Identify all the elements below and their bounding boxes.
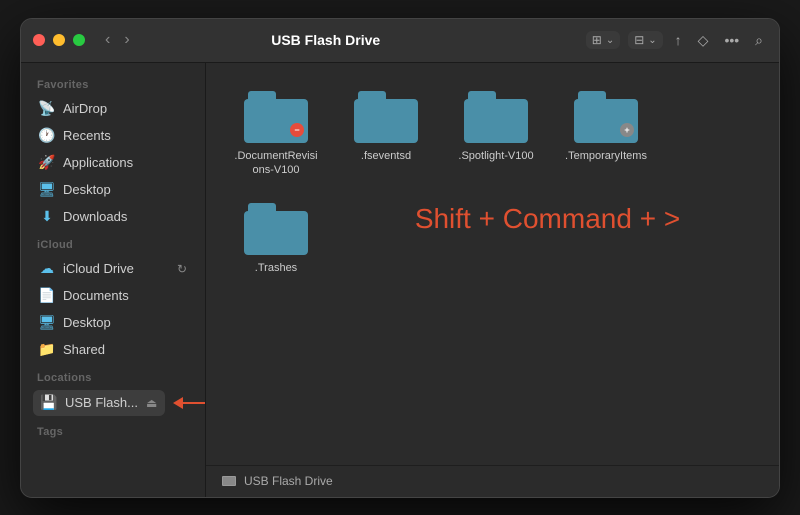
sidebar-item-recents-label: Recents [63, 128, 187, 143]
window-title: USB Flash Drive [66, 32, 586, 48]
sidebar-item-desktop-label: Desktop [63, 182, 187, 197]
sidebar-item-shared-label: Shared [63, 342, 187, 357]
sidebar-item-documents-label: Documents [63, 288, 187, 303]
file-item-spotlight[interactable]: .Spotlight-V100 [446, 83, 546, 186]
icloud-sync-icon: ↻ [177, 262, 187, 276]
status-drive-label: USB Flash Drive [244, 474, 333, 488]
file-name-doc-revisions: .DocumentRevisions-V100 [234, 149, 318, 178]
file-name-fseventsd: .fseventsd [361, 149, 411, 163]
content-area: Favorites 📡 AirDrop 🕐 Recents 🚀 Applicat… [21, 63, 779, 497]
sidebar-item-shared[interactable]: 📁 Shared [27, 337, 199, 363]
file-item-fseventsd[interactable]: .fseventsd [336, 83, 436, 186]
arrow-line [181, 402, 206, 404]
folder-body-3 [464, 99, 528, 143]
close-button[interactable] [33, 34, 45, 46]
file-item-trashes[interactable]: .Trashes [226, 195, 326, 283]
downloads-icon: ⬇ [39, 209, 55, 225]
sidebar-item-airdrop[interactable]: 📡 AirDrop [27, 96, 199, 122]
locations-section-label: Locations [21, 364, 205, 388]
icloud-section-label: iCloud [21, 231, 205, 255]
file-name-temp-items: .TemporaryItems [565, 149, 647, 163]
sidebar-item-applications[interactable]: 🚀 Applications [27, 150, 199, 176]
share-button[interactable]: ↑ [671, 30, 686, 50]
sidebar-item-downloads[interactable]: ⬇ Downloads [27, 204, 199, 230]
sidebar-item-icloud-desktop-label: Desktop [63, 315, 187, 330]
folder-body-2 [354, 99, 418, 143]
sidebar-item-desktop[interactable]: 🖥 Desktop [27, 177, 199, 203]
file-name-spotlight: .Spotlight-V100 [458, 149, 533, 163]
search-button[interactable]: ⌕ [751, 30, 767, 51]
badge-gray: + [620, 123, 634, 137]
sidebar-item-recents[interactable]: 🕐 Recents [27, 123, 199, 149]
sidebar-item-icloud-desktop[interactable]: 🖥 Desktop [27, 310, 199, 336]
view-list-toggle[interactable]: ⊟ ⌄ [628, 31, 662, 49]
shortcut-hint: Shift + Command + > [336, 195, 759, 283]
badge-red: − [290, 123, 304, 137]
shared-icon: 📁 [39, 342, 55, 358]
tags-section-label: Tags [21, 418, 205, 442]
sidebar-item-icloud-drive[interactable]: ☁ iCloud Drive ↻ [27, 256, 199, 282]
folder-icon-temp-items: + [574, 91, 638, 143]
file-item-doc-revisions[interactable]: − .DocumentRevisions-V100 [226, 83, 326, 186]
toolbar-icons: ⊞ ⌄ ⊟ ⌄ ↑ ◇ ••• ⌕ [586, 30, 767, 51]
applications-icon: 🚀 [39, 155, 55, 171]
status-bar: USB Flash Drive [206, 465, 779, 497]
recents-icon: 🕐 [39, 128, 55, 144]
titlebar: ‹ › USB Flash Drive ⊞ ⌄ ⊟ ⌄ ↑ ◇ ••• ⌕ [21, 19, 779, 63]
file-name-trashes: .Trashes [255, 261, 297, 275]
tag-button[interactable]: ◇ [694, 30, 713, 51]
file-grid: − .DocumentRevisions-V100 .fseventsd [206, 63, 779, 465]
sidebar-item-airdrop-label: AirDrop [63, 101, 187, 116]
finder-window: ‹ › USB Flash Drive ⊞ ⌄ ⊟ ⌄ ↑ ◇ ••• ⌕ Fa… [20, 18, 780, 498]
favorites-section-label: Favorites [21, 71, 205, 95]
folder-icon-fseventsd [354, 91, 418, 143]
sidebar-item-applications-label: Applications [63, 155, 187, 170]
sidebar-item-usb-flash[interactable]: 💾 USB Flash... ⏏ [33, 390, 165, 416]
status-drive-icon [222, 476, 236, 486]
file-item-temp-items[interactable]: + .TemporaryItems [556, 83, 656, 186]
folder-icon-spotlight [464, 91, 528, 143]
folder-body: − [244, 99, 308, 143]
folder-icon-trashes [244, 203, 308, 255]
grid-icon: ⊞ [592, 33, 602, 47]
arrow-indicator [173, 397, 206, 409]
sidebar: Favorites 📡 AirDrop 🕐 Recents 🚀 Applicat… [21, 63, 206, 497]
airdrop-icon: 📡 [39, 101, 55, 117]
list-chevron: ⌄ [648, 35, 656, 46]
sidebar-item-icloud-drive-label: iCloud Drive [63, 261, 169, 276]
main-content: − .DocumentRevisions-V100 .fseventsd [206, 63, 779, 497]
documents-icon: 📄 [39, 288, 55, 304]
eject-icon[interactable]: ⏏ [146, 396, 157, 410]
more-button[interactable]: ••• [720, 30, 743, 50]
icloud-desktop-icon: 🖥 [39, 315, 55, 331]
sidebar-item-downloads-label: Downloads [63, 209, 187, 224]
folder-body-5 [244, 211, 308, 255]
folder-body-4: + [574, 99, 638, 143]
grid-chevron: ⌄ [606, 35, 614, 46]
folder-icon-doc-revisions: − [244, 91, 308, 143]
view-grid-toggle[interactable]: ⊞ ⌄ [586, 31, 620, 49]
desktop-icon: 🖥 [39, 182, 55, 198]
usb-drive-icon: 💾 [41, 395, 57, 411]
minimize-button[interactable] [53, 34, 65, 46]
list-icon: ⊟ [634, 33, 644, 47]
icloud-icon: ☁ [39, 261, 55, 277]
sidebar-item-usb-label: USB Flash... [65, 395, 138, 410]
sidebar-item-documents[interactable]: 📄 Documents [27, 283, 199, 309]
usb-flash-row: 💾 USB Flash... ⏏ [27, 389, 199, 417]
